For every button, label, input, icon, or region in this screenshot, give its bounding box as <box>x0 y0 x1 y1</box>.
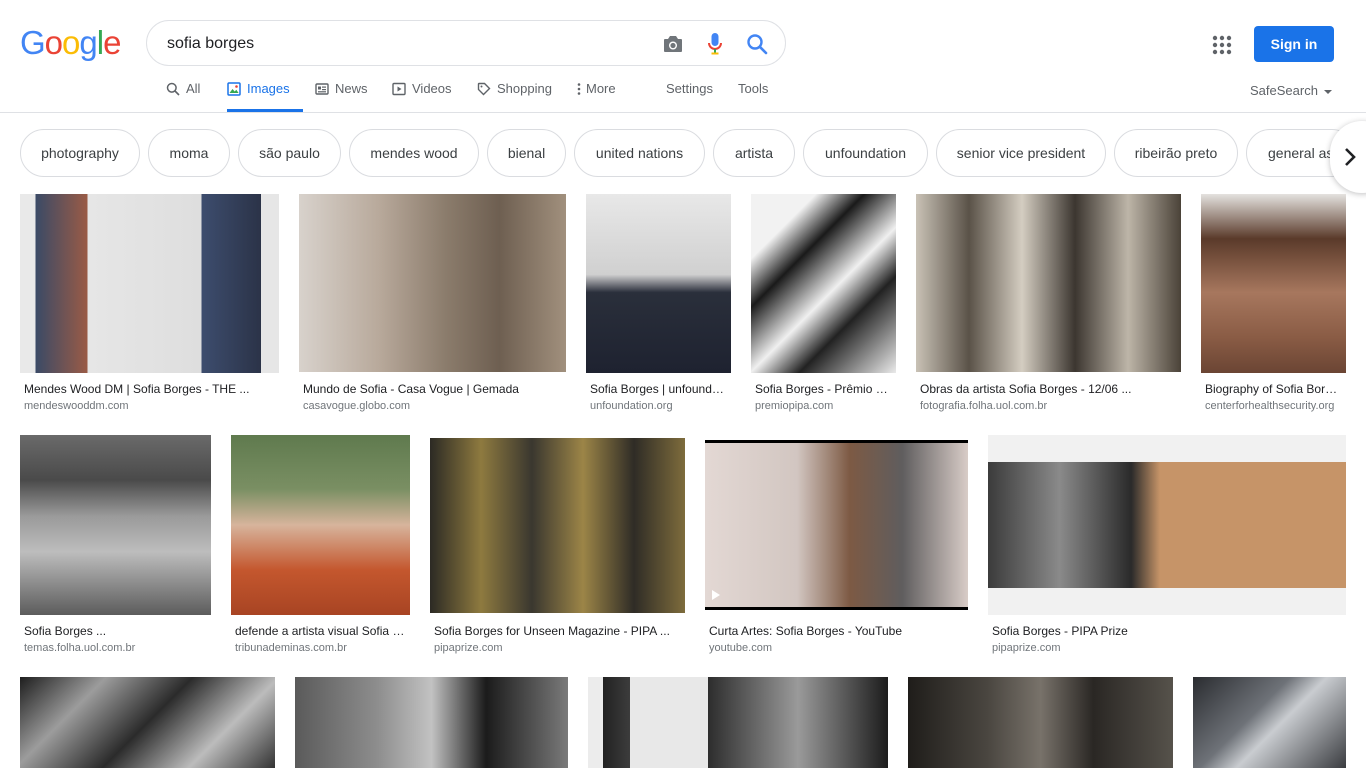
logo-letter: g <box>79 24 97 61</box>
news-icon <box>315 82 329 96</box>
result-image[interactable] <box>1193 677 1346 768</box>
logo-letter: e <box>103 24 121 61</box>
google-logo[interactable]: Google <box>20 24 121 61</box>
result-source: fotografia.folha.uol.com.br <box>920 400 1048 412</box>
result-image[interactable] <box>705 440 968 610</box>
tab-label: Tools <box>738 81 769 96</box>
result-caption[interactable]: Sofia Borges ... <box>24 623 208 639</box>
result-image[interactable] <box>299 194 566 372</box>
tab-label: Shopping <box>497 81 552 96</box>
apps-icon[interactable] <box>1209 32 1235 58</box>
result-source: casavogue.globo.com <box>303 400 411 412</box>
tab-label: Settings <box>666 81 713 96</box>
tab-images[interactable]: Images <box>227 76 303 112</box>
logo-letter: G <box>20 24 46 61</box>
chevron-right-icon <box>1345 148 1356 166</box>
result-source: unfoundation.org <box>590 400 673 412</box>
result-caption[interactable]: Curta Artes: Sofia Borges - YouTube <box>709 623 965 639</box>
result-caption[interactable]: Sofia Borges - Prêmio PIPA <box>755 381 891 397</box>
chip[interactable]: unfoundation <box>803 129 928 177</box>
sign-in-button[interactable]: Sign in <box>1254 26 1334 62</box>
result-source: centerforhealthsecurity.org <box>1205 400 1335 412</box>
chip[interactable]: moma <box>148 129 230 177</box>
result-source: temas.folha.uol.com.br <box>24 642 136 654</box>
result-image[interactable] <box>988 435 1346 615</box>
result-caption[interactable]: Sofia Borges for Unseen Magazine - PIPA … <box>434 623 680 639</box>
result-image[interactable] <box>751 194 896 373</box>
result-source: pipaprize.com <box>992 642 1061 654</box>
more-vert-icon <box>576 82 582 96</box>
search-box[interactable] <box>146 20 786 66</box>
safesearch-dropdown[interactable]: SafeSearch <box>1250 83 1332 98</box>
play-icon <box>712 590 720 600</box>
tab-more[interactable]: More <box>576 76 616 112</box>
result-image[interactable] <box>295 677 568 768</box>
search-icon <box>166 82 180 96</box>
result-source: mendeswooddm.com <box>24 400 129 412</box>
result-caption[interactable]: Mendes Wood DM | Sofia Borges - THE ... <box>24 381 276 397</box>
result-caption[interactable]: defende a artista visual Sofia Borges <box>235 623 407 639</box>
chip[interactable]: são paulo <box>238 129 341 177</box>
search-icon[interactable] <box>744 31 770 57</box>
chip[interactable]: ribeirão preto <box>1114 129 1238 177</box>
tab-news[interactable]: News <box>315 76 368 112</box>
result-source: youtube.com <box>709 642 772 654</box>
result-image[interactable] <box>20 435 211 615</box>
dropdown-arrow-icon <box>1323 89 1332 94</box>
camera-icon[interactable] <box>660 31 686 57</box>
tab-label: Images <box>247 81 290 96</box>
logo-letter: o <box>62 24 80 61</box>
chip[interactable]: artista <box>713 129 795 177</box>
tab-all[interactable]: All <box>166 76 200 112</box>
tab-shopping[interactable]: Shopping <box>477 76 552 112</box>
result-caption[interactable]: Biography of Sofia Borges <box>1205 381 1341 397</box>
result-image[interactable] <box>231 435 410 615</box>
logo-letter: o <box>44 24 63 61</box>
image-icon <box>227 82 241 96</box>
chip[interactable]: bienal <box>487 129 566 177</box>
tab-label: News <box>335 81 368 96</box>
header-divider <box>0 112 1366 113</box>
result-caption[interactable]: Mundo de Sofia - Casa Vogue | Gemada <box>303 381 565 397</box>
chip[interactable]: senior vice president <box>936 129 1106 177</box>
result-source: tribunademinas.com.br <box>235 642 347 654</box>
search-tabs: All Images News Videos Shopping More Set… <box>0 76 1366 112</box>
result-source: pipaprize.com <box>434 642 503 654</box>
result-image[interactable] <box>1201 194 1346 373</box>
tab-label: More <box>586 81 616 96</box>
result-image[interactable] <box>908 677 1173 768</box>
video-icon <box>392 82 406 96</box>
chip[interactable]: photography <box>20 129 140 177</box>
result-source: premiopipa.com <box>755 400 834 412</box>
tag-icon <box>477 82 491 96</box>
result-caption[interactable]: Sofia Borges - PIPA Prize <box>992 623 1342 639</box>
result-image[interactable] <box>20 677 275 768</box>
chip[interactable]: mendes wood <box>349 129 479 177</box>
microphone-icon[interactable] <box>702 31 728 57</box>
result-caption[interactable]: Obras da artista Sofia Borges - 12/06 ..… <box>920 381 1178 397</box>
result-image[interactable] <box>20 194 279 373</box>
result-image[interactable] <box>430 438 685 613</box>
result-image[interactable] <box>916 194 1181 372</box>
tab-settings[interactable]: Settings <box>666 76 713 112</box>
result-caption[interactable]: Sofia Borges | unfoundation.org <box>590 381 726 397</box>
tab-label: All <box>186 81 201 96</box>
chip[interactable]: united nations <box>574 129 705 177</box>
tab-tools[interactable]: Tools <box>738 76 768 112</box>
result-image[interactable] <box>586 194 731 373</box>
safesearch-label: SafeSearch <box>1250 83 1318 98</box>
result-image[interactable] <box>588 677 888 768</box>
tab-label: Videos <box>412 81 452 96</box>
tab-videos[interactable]: Videos <box>392 76 452 112</box>
search-input[interactable] <box>167 33 647 55</box>
